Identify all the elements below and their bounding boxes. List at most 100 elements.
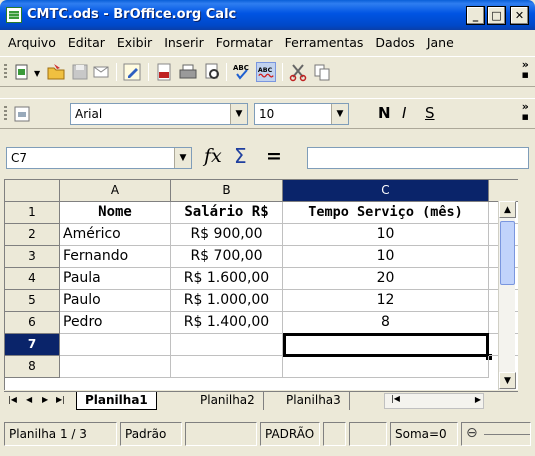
toolbar-overflow-icon[interactable]: » ▪ <box>522 59 529 80</box>
vertical-scrollbar[interactable]: ▲ ▼ <box>498 201 516 390</box>
status-selection-mode[interactable] <box>323 422 346 446</box>
cell-c8[interactable] <box>283 356 489 378</box>
cell-a7[interactable] <box>60 334 171 356</box>
email-icon[interactable] <box>92 62 112 82</box>
first-sheet-icon[interactable]: |◀ <box>8 395 17 404</box>
cell-a3[interactable]: Fernando <box>60 246 171 268</box>
menu-exibir[interactable]: Exibir <box>111 35 158 50</box>
row-header[interactable]: 3 <box>5 246 60 268</box>
tab-planilha2[interactable]: Planilha2 <box>192 392 264 410</box>
italic-button[interactable]: I <box>402 104 406 122</box>
cell-b4[interactable]: R$ 1.600,00 <box>171 268 283 290</box>
scroll-left-icon[interactable]: |◀ <box>391 394 400 403</box>
auto-spellcheck-icon[interactable]: ABC <box>256 62 276 82</box>
scroll-up-icon[interactable]: ▲ <box>499 201 516 218</box>
toolbar-grip[interactable] <box>4 64 7 80</box>
print-icon[interactable] <box>178 62 198 82</box>
chevron-down-icon[interactable]: ▼ <box>331 104 348 124</box>
cell-a5[interactable]: Paulo <box>60 290 171 312</box>
row-header-selected[interactable]: 7 <box>5 334 60 356</box>
menu-ferramentas[interactable]: Ferramentas <box>279 35 370 50</box>
row-header[interactable]: 1 <box>5 202 60 224</box>
zoom-out-icon[interactable]: ⊖ <box>466 423 478 444</box>
minimize-button[interactable]: _ <box>466 6 485 25</box>
title-bar[interactable]: CMTC.ods - BrOffice.org Calc _ □ ✕ <box>0 0 535 30</box>
menu-formatar[interactable]: Formatar <box>210 35 279 50</box>
formula-input[interactable] <box>307 147 529 169</box>
edit-file-icon[interactable] <box>122 62 142 82</box>
column-header-a[interactable]: A <box>60 180 171 202</box>
cell-a1[interactable]: Nome <box>60 202 171 224</box>
cell-c3[interactable]: 10 <box>283 246 489 268</box>
cell-b6[interactable]: R$ 1.400,00 <box>171 312 283 334</box>
select-all-corner[interactable] <box>5 180 60 202</box>
cell-c1[interactable]: Tempo Serviço (mês) <box>283 202 489 224</box>
cell-a8[interactable] <box>60 356 171 378</box>
cell-c5[interactable]: 12 <box>283 290 489 312</box>
zoom-track[interactable] <box>484 434 530 435</box>
menu-inserir[interactable]: Inserir <box>158 35 210 50</box>
menu-editar[interactable]: Editar <box>62 35 111 50</box>
cell-a6[interactable]: Pedro <box>60 312 171 334</box>
save-icon[interactable] <box>70 62 90 82</box>
new-document-icon[interactable] <box>12 62 32 82</box>
sum-icon[interactable]: Σ <box>234 144 247 168</box>
status-mode[interactable]: PADRÃO <box>260 422 320 446</box>
cell-c2[interactable]: 10 <box>283 224 489 246</box>
font-name-combo[interactable]: Arial ▼ <box>70 103 248 125</box>
cut-icon[interactable] <box>288 62 308 82</box>
cell-b7[interactable] <box>171 334 283 356</box>
export-pdf-icon[interactable] <box>154 62 174 82</box>
horizontal-scrollbar[interactable]: |◀ ▶ <box>384 393 484 409</box>
next-sheet-icon[interactable]: ▶ <box>42 395 48 404</box>
scroll-right-icon[interactable]: ▶ <box>475 395 481 404</box>
open-folder-icon[interactable] <box>46 62 66 82</box>
spellcheck-icon[interactable]: ABC <box>232 62 252 82</box>
row-header[interactable]: 6 <box>5 312 60 334</box>
zoom-slider[interactable]: ⊖ <box>461 422 531 446</box>
row-header[interactable]: 4 <box>5 268 60 290</box>
toolbar-grip[interactable] <box>4 106 7 122</box>
chevron-down-icon[interactable]: ▼ <box>230 104 247 124</box>
underline-button[interactable]: S <box>425 104 435 122</box>
tab-planilha1[interactable]: Planilha1 <box>76 392 157 410</box>
row-header[interactable]: 5 <box>5 290 60 312</box>
menu-dados[interactable]: Dados <box>369 35 420 50</box>
toolbar-overflow-icon[interactable]: » ▪ <box>522 101 529 122</box>
spreadsheet-grid[interactable]: A B C 1 Nome Salário R$ Tempo Serviço (m… <box>4 179 518 390</box>
maximize-button[interactable]: □ <box>487 6 506 25</box>
calc-app-icon[interactable] <box>6 7 22 23</box>
row-header[interactable]: 2 <box>5 224 60 246</box>
menu-arquivo[interactable]: Arquivo <box>2 35 62 50</box>
cell-b1[interactable]: Salário R$ <box>171 202 283 224</box>
row-header[interactable]: 8 <box>5 356 60 378</box>
status-page-style[interactable]: Padrão <box>120 422 182 446</box>
name-box[interactable]: C7 ▼ <box>6 147 192 169</box>
font-size-combo[interactable]: 10 ▼ <box>254 103 349 125</box>
chevron-down-icon[interactable]: ▼ <box>174 148 191 168</box>
cell-c4[interactable]: 20 <box>283 268 489 290</box>
column-header-d[interactable] <box>489 180 518 202</box>
styles-icon[interactable] <box>12 104 32 124</box>
cell-c6[interactable]: 8 <box>283 312 489 334</box>
cell-b5[interactable]: R$ 1.000,00 <box>171 290 283 312</box>
cell-a4[interactable]: Paula <box>60 268 171 290</box>
tab-planilha3[interactable]: Planilha3 <box>278 392 350 410</box>
last-sheet-icon[interactable]: ▶| <box>56 395 65 404</box>
cell-a2[interactable]: Américo <box>60 224 171 246</box>
equals-icon[interactable]: = <box>266 145 282 167</box>
active-cell-c7[interactable] <box>283 333 489 357</box>
close-button[interactable]: ✕ <box>510 6 529 25</box>
print-preview-icon[interactable] <box>202 62 222 82</box>
bold-button[interactable]: N <box>378 104 391 122</box>
vertical-scroll-thumb[interactable] <box>500 221 515 285</box>
cell-b8[interactable] <box>171 356 283 378</box>
prev-sheet-icon[interactable]: ◀ <box>26 395 32 404</box>
cell-b2[interactable]: R$ 900,00 <box>171 224 283 246</box>
cell-b3[interactable]: R$ 700,00 <box>171 246 283 268</box>
scroll-down-icon[interactable]: ▼ <box>499 372 516 389</box>
function-wizard-icon[interactable]: fx <box>204 145 222 167</box>
copy-icon[interactable] <box>312 62 332 82</box>
menu-janela[interactable]: Jane <box>421 35 460 50</box>
column-header-c[interactable]: C <box>283 180 489 202</box>
